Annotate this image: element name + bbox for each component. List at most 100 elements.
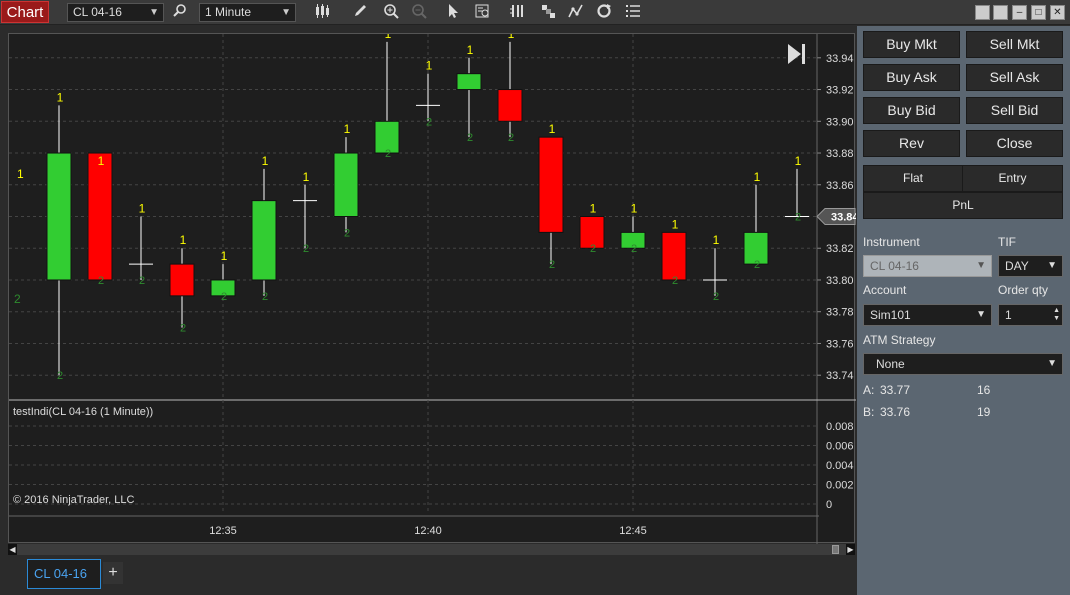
pnl-display[interactable]: PnL — [863, 192, 1063, 219]
chevron-down-icon: ▼ — [149, 7, 159, 18]
price-tick-label: 33.74 — [826, 370, 854, 382]
high-marker-label: 1 — [672, 217, 679, 231]
scroll-left-icon[interactable]: ◀ — [8, 544, 17, 555]
price-tick-label: 33.94 — [826, 53, 854, 65]
candlestick-icon[interactable] — [312, 3, 332, 22]
indicator-tick-label: 0 — [826, 499, 832, 511]
high-marker-label: 1 — [754, 170, 761, 184]
price-tick-label: 33.92 — [826, 85, 854, 97]
indicator-tick-label: 0.008 — [826, 421, 854, 433]
high-marker-label: 1 — [467, 43, 474, 57]
instrument-selector-value: CL 04-16 — [73, 5, 122, 19]
instrument-label: Instrument — [863, 235, 920, 249]
instrument-select: CL 04-16 ▼ — [863, 255, 992, 277]
high-marker-label: 1 — [344, 122, 351, 136]
tif-label: TIF — [998, 235, 1016, 249]
interval-selector[interactable]: 1 Minute ▼ — [199, 3, 296, 22]
price-chart[interactable]: 33.94 33.92 33.90 33.88 33.86 33.84 33.82 33.80… — [9, 34, 856, 544]
window-title: Chart — [1, 1, 49, 23]
flat-status: Flat — [863, 165, 963, 192]
low-marker-label: 2 — [57, 370, 63, 382]
data-box-icon[interactable] — [473, 3, 493, 22]
instrument-selector[interactable]: CL 04-16 ▼ — [67, 3, 164, 22]
price-tick-label: 33.78 — [826, 307, 854, 319]
pencil-icon[interactable] — [350, 3, 370, 22]
entry-status: Entry — [962, 165, 1063, 192]
account-select[interactable]: Sim101 ▼ — [863, 304, 992, 326]
chevron-down-icon: ▼ — [1047, 358, 1057, 369]
high-marker-label: 1 — [221, 249, 228, 263]
snap-icon[interactable] — [993, 5, 1008, 20]
search-icon[interactable] — [170, 3, 190, 22]
account-select-value: Sim101 — [870, 308, 911, 322]
chart-canvas[interactable]: 33.94 33.92 33.90 33.88 33.86 33.84 33.82 33.80… — [8, 33, 856, 544]
properties-icon[interactable] — [623, 3, 643, 22]
marker-label: 1 — [17, 167, 24, 181]
toolbar: Chart CL 04-16 ▼ 1 Minute ▼ – □ ✕ — [0, 0, 1070, 25]
bar-style-icon[interactable] — [507, 3, 527, 22]
increment-icon[interactable]: ▲ — [1053, 307, 1060, 315]
high-marker-label: 1 — [262, 154, 269, 168]
bid-label: B: — [863, 405, 875, 419]
tif-select[interactable]: DAY ▼ — [998, 255, 1063, 277]
refresh-icon[interactable] — [594, 3, 614, 22]
tab-instrument[interactable]: CL 04-16 — [27, 559, 101, 589]
buy-mkt-button[interactable]: Buy Mkt — [863, 31, 960, 58]
price-tick-label: 33.76 — [826, 338, 854, 350]
high-marker-label: 1 — [385, 34, 392, 41]
atm-strategy-select[interactable]: None ▼ — [863, 353, 1063, 375]
buy-bid-button[interactable]: Buy Bid — [863, 97, 960, 124]
scroll-thumb[interactable] — [832, 545, 839, 554]
high-marker-label: 1 — [795, 154, 802, 168]
decrement-icon[interactable]: ▼ — [1053, 315, 1060, 323]
low-marker-label: 2 — [426, 116, 432, 128]
add-tab-button[interactable]: + — [103, 562, 123, 584]
minimize-icon[interactable]: – — [1012, 5, 1027, 20]
zoom-in-icon[interactable] — [381, 3, 401, 22]
copyright-label: © 2016 NinjaTrader, LLC — [13, 494, 134, 506]
candle-down — [497, 89, 523, 122]
time-tick-label: 12:40 — [414, 525, 442, 537]
sell-ask-button[interactable]: Sell Ask — [966, 64, 1063, 91]
high-marker-label: 1 — [139, 202, 146, 216]
low-marker-label: 2 — [754, 259, 760, 271]
candle-down — [661, 231, 687, 281]
high-marker-label: 1 — [98, 154, 105, 168]
low-marker-label: 2 — [795, 212, 801, 224]
bid-size: 19 — [977, 405, 991, 419]
tile-icon[interactable] — [975, 5, 990, 20]
buy-ask-button[interactable]: Buy Ask — [863, 64, 960, 91]
high-marker-label: 1 — [590, 202, 597, 216]
low-marker-label: 2 — [221, 291, 227, 303]
low-marker-label: 2 — [98, 275, 104, 287]
candle-down — [169, 263, 195, 297]
close-icon[interactable]: ✕ — [1050, 5, 1065, 20]
maximize-icon[interactable]: □ — [1031, 5, 1046, 20]
current-price-label: 33.84 — [831, 212, 856, 224]
plot-executions-icon[interactable] — [538, 3, 558, 22]
order-qty-stepper[interactable]: 1 ▲ ▼ — [998, 304, 1063, 326]
ask-size: 16 — [977, 383, 991, 397]
price-tick-label: 33.80 — [826, 275, 854, 287]
account-label: Account — [863, 283, 907, 297]
candle-down — [538, 136, 564, 233]
atm-strategy-label: ATM Strategy — [863, 333, 936, 347]
close-position-button[interactable]: Close — [966, 130, 1063, 157]
zoom-out-icon[interactable] — [409, 3, 429, 22]
low-marker-label: 2 — [631, 243, 637, 255]
scroll-right-icon[interactable]: ▶ — [846, 544, 855, 555]
pointer-icon[interactable] — [443, 3, 463, 22]
indicators-icon[interactable] — [566, 3, 586, 22]
chevron-down-icon: ▼ — [281, 7, 291, 18]
price-tick-label: 33.86 — [826, 180, 854, 192]
ask-label: A: — [863, 383, 875, 397]
reverse-button[interactable]: Rev — [863, 130, 960, 157]
indicator-tick-label: 0.002 — [826, 480, 854, 492]
chart-window: Chart CL 04-16 ▼ 1 Minute ▼ – □ ✕ 33.94 … — [0, 0, 1070, 595]
indicator-tick-label: 0.006 — [826, 441, 854, 453]
sell-bid-button[interactable]: Sell Bid — [966, 97, 1063, 124]
interval-selector-value: 1 Minute — [205, 5, 252, 19]
scroll-to-end-icon — [802, 44, 805, 64]
horizontal-scrollbar[interactable]: ◀ ▶ — [8, 544, 855, 555]
sell-mkt-button[interactable]: Sell Mkt — [966, 31, 1063, 58]
